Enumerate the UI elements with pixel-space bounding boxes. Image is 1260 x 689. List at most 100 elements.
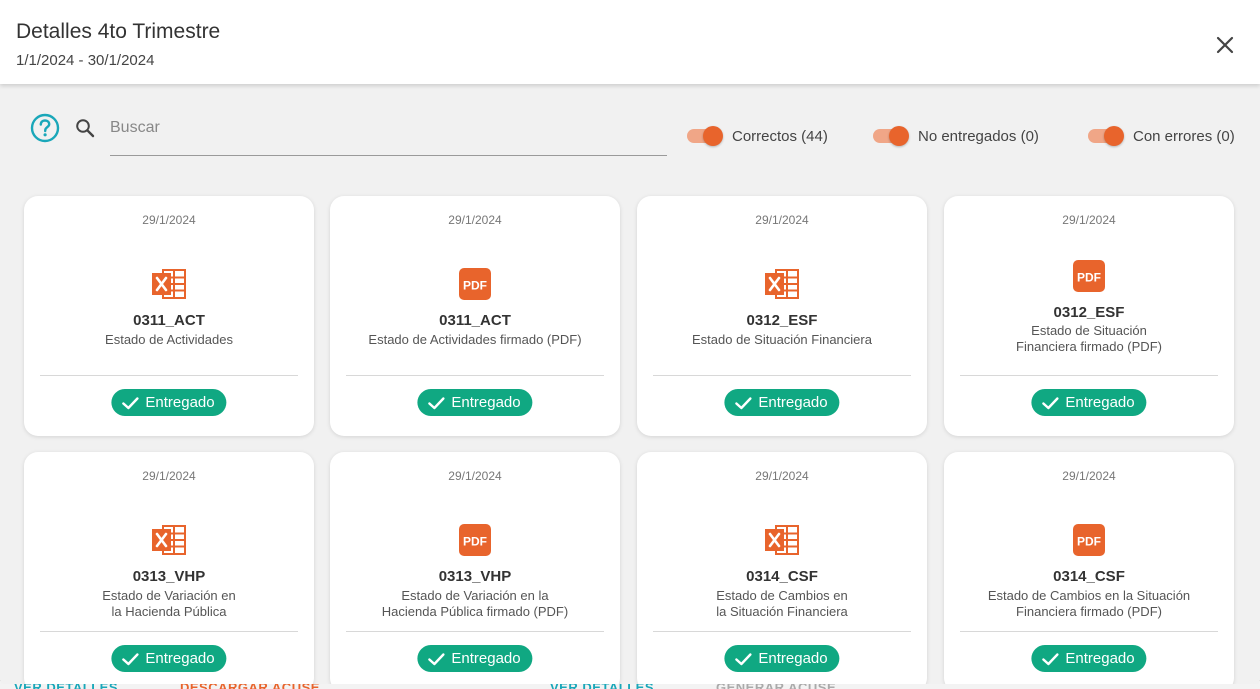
svg-text:PDF: PDF: [1077, 271, 1101, 285]
card-description-line: Estado de Variación en: [102, 588, 236, 603]
excel-icon: [764, 268, 800, 300]
card-description-line: Financiera firmado (PDF): [1016, 604, 1162, 619]
check-icon: [122, 652, 139, 665]
toggle-correctos[interactable]: Correctos (44): [687, 125, 828, 147]
check-icon: [1042, 396, 1059, 409]
search-icon: [76, 119, 95, 138]
excel-icon: [151, 268, 187, 300]
toggle-thumb: [889, 126, 909, 146]
card-divider: [346, 375, 604, 376]
report-card[interactable]: 29/1/2024 PDF 0311_ACT Estado de Activida…: [330, 196, 620, 436]
status-label: Entregado: [145, 394, 215, 411]
card-divider: [960, 375, 1218, 376]
card-description: Estado de Variación en la Hacienda Públic…: [350, 588, 600, 620]
card-date: 29/1/2024: [755, 469, 809, 483]
toggle-track: [687, 126, 723, 146]
help-icon[interactable]: [30, 113, 60, 143]
report-card[interactable]: 29/1/2024 PDF 0313_VHP Estado de Variació…: [330, 452, 620, 684]
status-label: Entregado: [1065, 394, 1135, 411]
check-icon: [428, 396, 445, 409]
card-code: 0313_VHP: [132, 568, 206, 585]
pdf-icon: PDF: [1071, 524, 1107, 556]
card-description-line: Estado de Situación: [1031, 323, 1147, 338]
modal-title: Detalles 4to Trimestre: [16, 20, 221, 43]
search-input[interactable]: [110, 111, 667, 156]
card-description: Estado de Variación en la Hacienda Públic…: [44, 588, 294, 620]
card-date: 29/1/2024: [142, 469, 196, 483]
svg-text:PDF: PDF: [463, 279, 487, 293]
toggle-thumb: [1104, 126, 1124, 146]
pdf-icon: PDF: [457, 524, 493, 556]
card-code: 0314_CSF: [746, 568, 818, 585]
report-card[interactable]: 29/1/2024 0313_VHP Estado de Variación en…: [24, 452, 314, 684]
report-card[interactable]: 29/1/2024 0314_CSF Estado de Cambios en la…: [637, 452, 927, 684]
status-badge: Entregado: [724, 645, 840, 672]
close-icon[interactable]: [1214, 34, 1236, 56]
status-label: Entregado: [758, 650, 828, 667]
modal-header: Detalles 4to Trimestre 1/1/2024 - 30/1/2…: [0, 0, 1260, 84]
status-label: Entregado: [145, 650, 215, 667]
details-modal: Detalles 4to Trimestre 1/1/2024 - 30/1/2…: [0, 0, 1260, 684]
card-divider: [960, 631, 1218, 632]
report-card[interactable]: 29/1/2024 0312_ESF Estado de Situación Fi…: [637, 196, 927, 436]
excel-icon: [151, 524, 187, 556]
status-label: Entregado: [758, 394, 828, 411]
toggle-track: [1088, 126, 1124, 146]
status-label: Entregado: [1065, 650, 1135, 667]
card-date: 29/1/2024: [142, 213, 196, 227]
card-divider: [653, 375, 911, 376]
card-date: 29/1/2024: [1062, 213, 1116, 227]
status-badge: Entregado: [111, 389, 227, 416]
card-code: 0314_CSF: [1053, 568, 1125, 585]
card-description: Estado de Situación Financiera: [657, 332, 907, 348]
card-description-line: Hacienda Pública firmado (PDF): [381, 604, 569, 619]
card-date: 29/1/2024: [448, 213, 502, 227]
status-label: Entregado: [451, 650, 521, 667]
card-code: 0311_ACT: [439, 312, 511, 329]
card-code: 0311_ACT: [133, 312, 205, 329]
report-card[interactable]: 29/1/2024 PDF 0314_CSF Estado de Cambios …: [944, 452, 1234, 684]
svg-text:PDF: PDF: [1077, 535, 1101, 549]
toggle-thumb: [703, 126, 723, 146]
card-description-line: Estado de Cambios en: [716, 588, 848, 603]
svg-text:PDF: PDF: [463, 535, 487, 549]
toggle-label: Correctos (44): [732, 127, 828, 145]
card-description-line: Estado de Actividades firmado (PDF): [368, 332, 582, 347]
card-description: Estado de Cambios en la Situación Financi…: [964, 588, 1214, 620]
card-code: 0313_VHP: [438, 568, 512, 585]
check-icon: [428, 652, 445, 665]
card-description-line: la Situación Financiera: [716, 604, 848, 619]
card-description: Estado de Actividades firmado (PDF): [350, 332, 600, 348]
card-code: 0312_ESF: [1053, 304, 1125, 321]
pdf-icon: PDF: [457, 268, 493, 300]
report-card[interactable]: 29/1/2024 PDF 0312_ESF Estado de Situació…: [944, 196, 1234, 436]
card-divider: [653, 631, 911, 632]
status-badge: Entregado: [1031, 645, 1147, 672]
excel-icon: [764, 524, 800, 556]
card-divider: [40, 375, 298, 376]
card-description-line: Estado de Actividades: [105, 332, 233, 347]
status-label: Entregado: [451, 394, 521, 411]
card-date: 29/1/2024: [755, 213, 809, 227]
card-date: 29/1/2024: [448, 469, 502, 483]
toggle-con-errores[interactable]: Con errores (0): [1088, 125, 1235, 147]
card-description: Estado de Actividades: [44, 332, 294, 348]
check-icon: [1042, 652, 1059, 665]
card-description-line: Estado de Situación Financiera: [692, 332, 872, 347]
status-badge: Entregado: [111, 645, 227, 672]
check-icon: [122, 396, 139, 409]
status-badge: Entregado: [417, 645, 533, 672]
status-badge: Entregado: [724, 389, 840, 416]
card-description: Estado de Cambios en la Situación Financi…: [657, 588, 907, 620]
modal-date-range: 1/1/2024 - 30/1/2024: [16, 52, 155, 69]
report-card[interactable]: 29/1/2024 0311_ACT Estado de Actividades E…: [24, 196, 314, 436]
card-description-line: Estado de Cambios en la Situación: [987, 588, 1191, 603]
card-description-line: la Hacienda Pública: [111, 604, 227, 619]
check-icon: [735, 652, 752, 665]
card-divider: [346, 631, 604, 632]
toggle-no-entregados[interactable]: No entregados (0): [873, 125, 1039, 147]
status-badge: Entregado: [1031, 389, 1147, 416]
pdf-icon: PDF: [1071, 260, 1107, 292]
toggle-track: [873, 126, 909, 146]
check-icon: [735, 396, 752, 409]
